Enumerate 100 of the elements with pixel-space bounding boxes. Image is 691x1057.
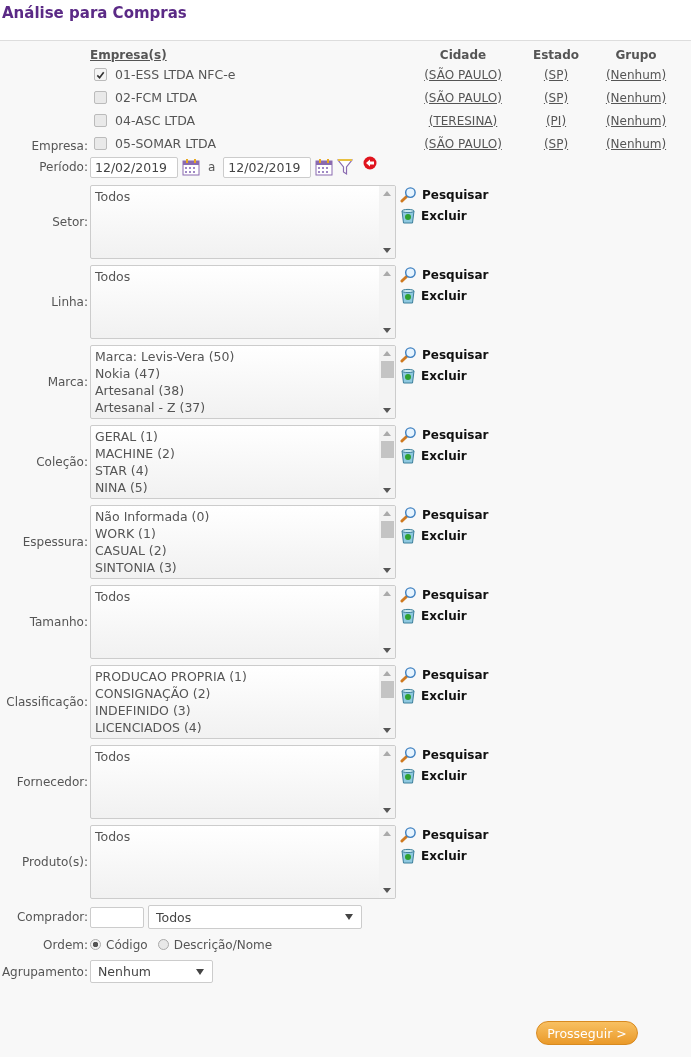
filter-icon[interactable] — [337, 158, 354, 176]
list-option[interactable]: Artesanal - Z (37) — [95, 399, 375, 416]
calendar-icon[interactable] — [182, 158, 200, 176]
scroll-up-icon[interactable] — [383, 671, 391, 676]
back-arrow-icon[interactable] — [363, 156, 378, 170]
scroll-down-icon[interactable] — [383, 888, 391, 893]
scroll-down-icon[interactable] — [383, 248, 391, 253]
list-box[interactable]: GERAL (1) MACHINE (2) STAR (4) NINA (5) — [90, 425, 396, 499]
search-link[interactable]: Pesquisar — [400, 346, 489, 363]
checkbox[interactable] — [94, 68, 107, 81]
scrollbar[interactable] — [379, 746, 395, 818]
list-option[interactable]: Todos — [95, 748, 375, 765]
city-link[interactable]: (SÃO PAULO) — [424, 136, 502, 151]
delete-link[interactable]: Excluir — [400, 848, 489, 864]
scroll-up-icon[interactable] — [383, 431, 391, 436]
delete-link[interactable]: Excluir — [400, 288, 489, 304]
scroll-up-icon[interactable] — [383, 511, 391, 516]
date-field[interactable]: 12/02/2019 — [90, 156, 178, 178]
scroll-down-icon[interactable] — [383, 328, 391, 333]
list-option[interactable]: Todos — [95, 188, 375, 205]
search-link[interactable]: Pesquisar — [400, 826, 489, 843]
search-link[interactable]: Pesquisar — [400, 186, 489, 203]
buyer-code-field[interactable] — [90, 906, 144, 928]
delete-link[interactable]: Excluir — [400, 368, 489, 384]
list-option[interactable]: Todos — [95, 588, 375, 605]
list-option[interactable]: Todos — [95, 828, 375, 845]
group-link[interactable]: (Nenhum) — [605, 136, 667, 151]
search-link[interactable]: Pesquisar — [400, 586, 489, 603]
state-link[interactable]: (PI) — [545, 113, 567, 128]
state-link[interactable]: (SP) — [543, 67, 569, 82]
list-option[interactable]: CONSIGNAÇÃO (2) — [95, 685, 375, 702]
list-box[interactable]: PRODUCAO PROPRIA (1) CONSIGNAÇÃO (2) INDEFINIDO (3) LICENCIADOS (4) — [90, 665, 396, 739]
list-option[interactable]: LICENCIADOS (4) — [95, 719, 375, 736]
list-box[interactable]: Não Informada (0) WORK (1) CASUAL (2) SINTONIA (3) — [90, 505, 396, 579]
group-link[interactable]: (Nenhum) — [605, 67, 667, 82]
list-box[interactable]: Todos — [90, 745, 396, 819]
city-link[interactable]: (SÃO PAULO) — [424, 67, 502, 82]
scrollbar[interactable] — [379, 426, 395, 498]
radio-button[interactable] — [90, 939, 101, 950]
scroll-up-icon[interactable] — [383, 191, 391, 196]
checkbox[interactable] — [94, 114, 107, 127]
checkbox[interactable] — [94, 91, 107, 104]
scrollbar[interactable] — [379, 346, 395, 418]
list-option[interactable]: GERAL (1) — [95, 428, 375, 445]
list-option[interactable]: STAR (4) — [95, 462, 375, 479]
search-link[interactable]: Pesquisar — [400, 746, 489, 763]
list-option[interactable]: SINTONIA (3) — [95, 559, 375, 576]
delete-link[interactable]: Excluir — [400, 768, 489, 784]
delete-link[interactable]: Excluir — [400, 448, 489, 464]
scroll-up-icon[interactable] — [383, 751, 391, 756]
checkbox[interactable] — [94, 137, 107, 150]
date-field[interactable]: 12/02/2019 — [223, 156, 312, 178]
list-option[interactable]: Todos — [95, 268, 375, 285]
scrollbar[interactable] — [379, 266, 395, 338]
scroll-down-icon[interactable] — [383, 648, 391, 653]
scroll-down-icon[interactable] — [383, 488, 391, 493]
list-option[interactable]: MACHINE (2) — [95, 445, 375, 462]
calendar-icon[interactable] — [315, 158, 334, 176]
scroll-down-icon[interactable] — [383, 808, 391, 813]
list-option[interactable]: WORK (1) — [95, 525, 375, 542]
list-box[interactable]: Todos — [90, 265, 396, 339]
state-link[interactable]: (SP) — [543, 136, 569, 151]
list-option[interactable]: Nokia (47) — [95, 365, 375, 382]
list-box[interactable]: Marca: Levis-Vera (50) Nokia (47) Artesanal (38) Artesanal - Z (37) — [90, 345, 396, 419]
scroll-down-icon[interactable] — [383, 408, 391, 413]
scroll-up-icon[interactable] — [383, 831, 391, 836]
delete-link[interactable]: Excluir — [400, 688, 489, 704]
search-link[interactable]: Pesquisar — [400, 426, 489, 443]
scroll-down-icon[interactable] — [383, 568, 391, 573]
delete-link[interactable]: Excluir — [400, 528, 489, 544]
list-option[interactable]: Artesanal (38) — [95, 382, 375, 399]
scroll-thumb[interactable] — [380, 681, 394, 698]
scrollbar[interactable] — [379, 586, 395, 658]
group-link[interactable]: (Nenhum) — [605, 113, 667, 128]
city-link[interactable]: (TERESINA) — [428, 113, 498, 128]
list-box[interactable]: Todos — [90, 185, 396, 259]
list-option[interactable]: PRODUCAO PROPRIA (1) — [95, 668, 375, 685]
scroll-up-icon[interactable] — [383, 271, 391, 276]
list-option[interactable]: INDEFINIDO (3) — [95, 702, 375, 719]
buyer-dropdown[interactable]: Todos — [148, 905, 362, 929]
scroll-thumb[interactable] — [380, 361, 394, 378]
column-header[interactable]: Empresa(s) — [90, 48, 167, 62]
scrollbar[interactable] — [379, 506, 395, 578]
scroll-down-icon[interactable] — [383, 728, 391, 733]
scroll-up-icon[interactable] — [383, 591, 391, 596]
radio-button[interactable] — [157, 939, 169, 950]
scrollbar[interactable] — [379, 666, 395, 738]
scrollbar[interactable] — [379, 186, 395, 258]
scrollbar[interactable] — [379, 826, 395, 898]
scroll-up-icon[interactable] — [383, 351, 391, 356]
city-link[interactable]: (SÃO PAULO) — [424, 90, 502, 105]
search-link[interactable]: Pesquisar — [400, 506, 489, 523]
search-link[interactable]: Pesquisar — [400, 266, 489, 283]
list-box[interactable]: Todos — [90, 585, 396, 659]
list-option[interactable]: Não Informada (0) — [95, 508, 375, 525]
radio-label[interactable]: Código — [106, 937, 148, 952]
group-link[interactable]: (Nenhum) — [605, 90, 667, 105]
delete-link[interactable]: Excluir — [400, 208, 489, 224]
list-box[interactable]: Todos — [90, 825, 396, 899]
list-option[interactable]: NINA (5) — [95, 479, 375, 496]
